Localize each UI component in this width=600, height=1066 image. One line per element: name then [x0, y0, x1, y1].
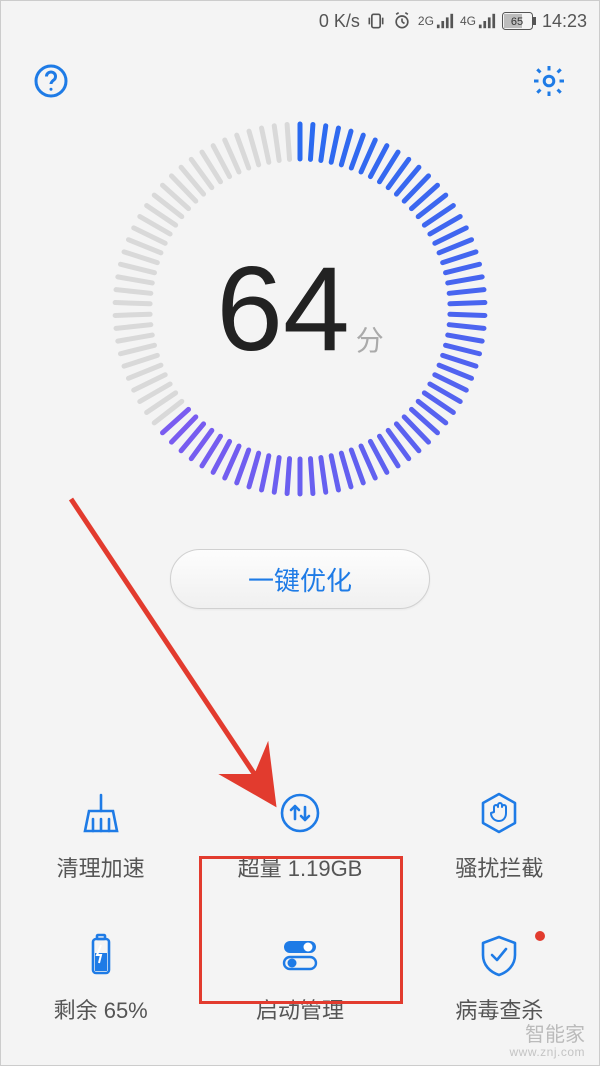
svg-text:65: 65 [511, 16, 523, 28]
signal-4g: 4G [460, 12, 496, 30]
battery-icon [79, 933, 123, 977]
shield-check-icon [477, 933, 521, 977]
traffic-label: 超量 1.19GB [238, 851, 363, 883]
watermark-line1: 智能家 [509, 1024, 585, 1046]
annotation-arrow [41, 481, 321, 841]
data-transfer-icon [278, 791, 322, 835]
virus-label: 病毒查杀 [455, 993, 543, 1025]
status-bar: 0 K/s 2G 4G 65 14:23 [1, 1, 599, 41]
notification-dot [535, 931, 545, 941]
battery-label: 剩余 65% [54, 993, 148, 1025]
net-speed: 0 K/s [319, 11, 360, 32]
launch-cell[interactable]: 启动管理 [200, 933, 399, 1025]
clean-label: 清理加速 [57, 851, 145, 883]
block-hand-icon [477, 791, 521, 835]
launch-label: 启动管理 [256, 993, 344, 1025]
harass-label: 骚扰拦截 [455, 851, 543, 883]
help-button[interactable] [31, 61, 71, 101]
toggle-icon [278, 933, 322, 977]
top-bar [1, 41, 599, 101]
watermark-line2: www.znj.com [509, 1046, 585, 1059]
clean-cell[interactable]: 清理加速 [1, 791, 200, 883]
virus-cell[interactable]: 病毒查杀 [400, 933, 599, 1025]
battery-cell[interactable]: 剩余 65% [1, 933, 200, 1025]
alarm-icon [392, 11, 412, 31]
score-dial[interactable]: 64 分 [100, 109, 500, 509]
traffic-cell[interactable]: 超量 1.19GB [200, 791, 399, 883]
optimize-label: 一键优化 [248, 561, 352, 598]
watermark: 智能家 www.znj.com [509, 1024, 585, 1059]
optimize-button[interactable]: 一键优化 [170, 549, 430, 609]
feature-grid: 清理加速 超量 1.19GB 骚扰拦截 [1, 791, 599, 1025]
broom-icon [79, 791, 123, 835]
settings-gear-button[interactable] [529, 61, 569, 101]
battery-indicator: 65 [502, 12, 536, 30]
signal-2g: 2G [418, 12, 454, 30]
vibrate-icon [366, 11, 386, 31]
clock: 14:23 [542, 11, 587, 32]
harass-cell[interactable]: 骚扰拦截 [400, 791, 599, 883]
